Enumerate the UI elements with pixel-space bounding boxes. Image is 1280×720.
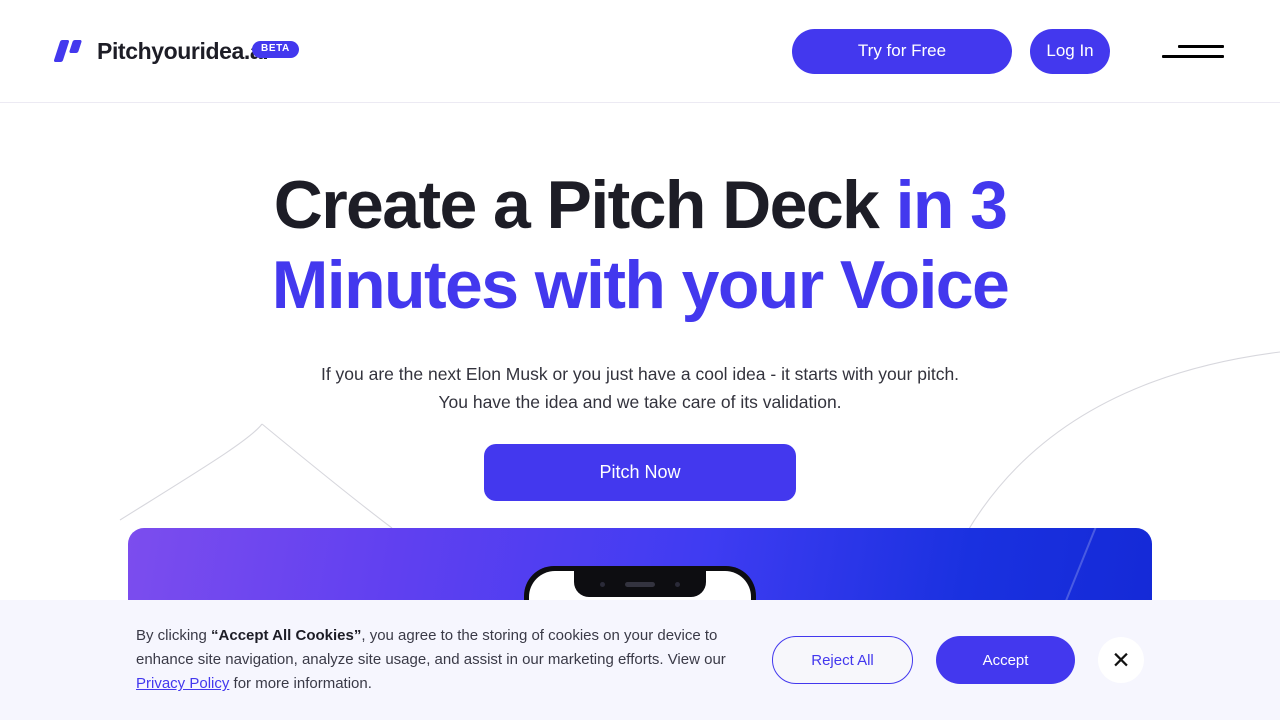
headline-part-dark: Create a Pitch Deck bbox=[273, 167, 896, 243]
phone-notch bbox=[574, 571, 706, 597]
site-header: Pitchyouridea.ai BETA Try for Free Log I… bbox=[0, 0, 1280, 103]
close-icon[interactable]: ✕ bbox=[1098, 637, 1144, 683]
pitchyouridea-logo-icon bbox=[53, 40, 84, 62]
cookie-consent-text: By clicking “Accept All Cookies”, you ag… bbox=[136, 624, 736, 697]
hamburger-line-top bbox=[1178, 44, 1224, 48]
log-in-button[interactable]: Log In bbox=[1030, 28, 1110, 74]
headline-part-accent-2: Minutes with your Voice bbox=[271, 247, 1010, 324]
hero-cta-wrapper: Pitch Now bbox=[0, 443, 1280, 501]
cookie-text-part-3: for more information. bbox=[229, 675, 372, 693]
hero-subtitle: If you are the next Elon Musk or you jus… bbox=[0, 361, 1280, 415]
page-title: Create a Pitch Deck in 3 Minutes with yo… bbox=[190, 165, 1090, 325]
phone-camera-icon bbox=[600, 581, 605, 587]
reject-all-button[interactable]: Reject All bbox=[772, 636, 913, 684]
accept-button[interactable]: Accept bbox=[936, 636, 1075, 684]
hamburger-menu-icon[interactable] bbox=[1162, 36, 1224, 66]
header-actions: Try for Free Log In bbox=[792, 28, 1224, 74]
privacy-policy-link[interactable]: Privacy Policy bbox=[136, 675, 229, 692]
hero-section: Create a Pitch Deck in 3 Minutes with yo… bbox=[0, 103, 1280, 501]
hamburger-line-bottom bbox=[1162, 54, 1224, 58]
brand-logo[interactable]: Pitchyouridea.ai BETA bbox=[53, 37, 299, 65]
hero-subtitle-line-1: If you are the next Elon Musk or you jus… bbox=[320, 364, 960, 385]
cookie-text-part-1: By clicking bbox=[136, 626, 212, 644]
cookie-consent-banner: By clicking “Accept All Cookies”, you ag… bbox=[0, 600, 1280, 720]
try-for-free-button[interactable]: Try for Free bbox=[792, 28, 1012, 74]
cookie-actions: Reject All Accept ✕ bbox=[772, 636, 1144, 684]
cookie-text-bold: “Accept All Cookies” bbox=[211, 626, 362, 644]
beta-badge: BETA bbox=[252, 40, 299, 58]
hero-subtitle-line-2: You have the idea and we take care of it… bbox=[438, 391, 842, 412]
brand-name: Pitchyouridea.ai bbox=[97, 37, 269, 64]
phone-sensor-icon bbox=[675, 581, 680, 587]
phone-speaker-icon bbox=[625, 581, 655, 587]
headline-part-accent-1: in 3 bbox=[895, 167, 1008, 243]
pitch-now-button[interactable]: Pitch Now bbox=[484, 443, 796, 501]
